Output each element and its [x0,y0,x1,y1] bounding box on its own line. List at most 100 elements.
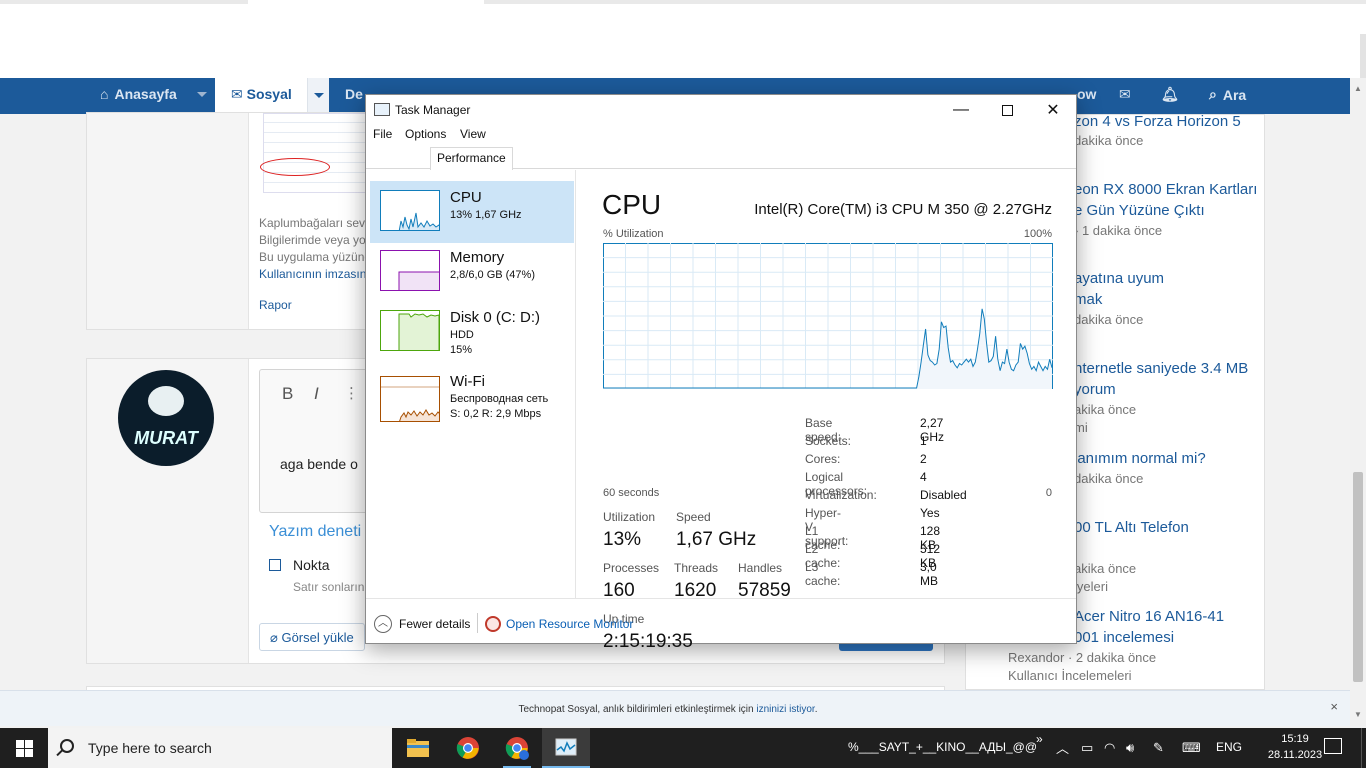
thread-title[interactable]: Acer Nitro 16 AN16-41 001 incelemesi [1074,606,1224,648]
task-manager-taskbar-button[interactable] [542,728,590,768]
close-icon[interactable]: × [1330,699,1338,714]
utilization-value: 13% [603,529,642,550]
nav-search[interactable]: ⌕ Ara [1209,86,1246,103]
pen-icon[interactable]: ✎ [1153,740,1164,756]
spec-value: Disabled [920,488,967,502]
thread-meta: dakika önce [1074,471,1144,486]
chrome-icon [505,737,529,760]
report-link[interactable]: Rapor [259,298,292,312]
thread-title[interactable]: zon 4 vs Forza Horizon 5 [1074,111,1241,132]
menu-options[interactable]: Options [405,127,446,141]
spec-key: Cores: [805,452,841,466]
chevron-down-icon [314,93,324,98]
attached-screenshot[interactable] [260,113,373,193]
menu-file[interactable]: File [373,127,392,141]
maximize-button[interactable] [984,95,1030,125]
nav-social-dropdown[interactable] [307,78,329,114]
graph-time-label: 60 seconds [603,487,660,499]
page-scrollbar[interactable]: ▲ ▼ [1350,78,1366,726]
browser-tab[interactable] [248,0,484,4]
open-resource-monitor-link[interactable]: Open Resource Monitor [506,617,633,631]
thread-title[interactable]: nternetle saniyede 3.4 MB yorum [1074,358,1248,400]
resource-list: CPU 13% 1,67 GHz Memory 2,8/6,0 GB (47%)… [366,170,576,598]
cpu-model-name: Intel(R) Core(TM) i3 CPU M 350 @ 2.27GHz [754,201,1052,218]
utilization-label: Utilization [603,510,656,524]
chevron-up-icon[interactable]: ︿ [374,615,392,633]
task-manager-app-icon [374,103,390,116]
thread-title[interactable]: 00 TL Altı Telefon [1074,517,1189,538]
resource-monitor-icon [485,616,501,632]
menu-view[interactable]: View [460,127,486,141]
menu-bar: File Options View [366,125,1076,145]
thread-title[interactable]: ayatına uyum mak [1074,268,1164,310]
network-status-icon[interactable]: ▭ [1081,740,1093,756]
mail-icon[interactable]: ✉ [1119,86,1131,103]
volume-icon[interactable]: 🔊︎ [1126,740,1134,756]
minimize-button[interactable]: — [938,95,984,125]
more-options-icon[interactable]: ⋮ [344,384,359,402]
close-button[interactable]: ✕ [1030,95,1076,125]
resource-wifi[interactable]: Wi-Fi Беспроводная сеть S: 0,2 R: 2,9 Mb… [370,367,574,429]
taskbar-search-box[interactable]: Type here to search [48,728,392,768]
post-author-column [87,113,249,329]
resource-memory[interactable]: Memory 2,8/6,0 GB (47%) [370,241,574,303]
nav-partial-right[interactable]: ow [1077,86,1096,102]
bell-icon[interactable]: 🔔︎ [1161,86,1179,103]
thread-forum[interactable]: iyeleri [1074,579,1108,594]
chrome-profile-button[interactable] [493,728,541,768]
chrome-icon [456,737,479,759]
task-manager-footer: ︿ Fewer details Open Resource Monitor [366,598,1076,644]
clock[interactable]: 15:19 28.11.2023 [1264,731,1326,763]
cpu-thumbnail [380,190,440,231]
thread-forum[interactable]: Kullanıcı İncelemeleri [1008,668,1132,683]
nav-home[interactable]: ⌂ Anasayfa [100,86,207,102]
language-indicator[interactable]: ENG [1216,740,1242,754]
thread-title[interactable]: lanımım normal mi? [1074,448,1206,469]
thread-title[interactable]: eon RX 8000 Ekran Kartları e Gün Yüzüne Ç… [1074,179,1257,221]
toolbar-expand-icon[interactable]: » [1036,732,1043,746]
clock-date: 28.11.2023 [1267,749,1323,761]
graph-max-label: 100% [1023,228,1052,240]
chat-icon: ✉ [231,86,243,102]
scroll-down-icon[interactable]: ▼ [1354,710,1362,719]
memory-thumbnail-graph [398,271,439,290]
keyboard-icon[interactable]: ⌨ [1182,740,1201,756]
permission-link[interactable]: izninizi istiyor [756,704,814,715]
spec-value: 1 [920,434,927,448]
italic-button[interactable]: I [314,384,319,404]
checkbox[interactable] [269,559,281,571]
tab-performance[interactable]: Performance [430,147,513,170]
show-desktop-button[interactable] [1361,728,1366,768]
memory-thumbnail [380,250,440,291]
title-bar[interactable]: Task Manager — ✕ [366,95,1076,125]
tray-toolbar-text[interactable]: %___SAYT_+__KINO__АДЫ_@@ [848,740,1037,754]
resource-disk[interactable]: Disk 0 (C: D:) HDD 15% [370,301,574,363]
wifi-icon[interactable]: ◠ [1104,740,1115,756]
resource-cpu[interactable]: CPU 13% 1,67 GHz [370,181,574,243]
scroll-up-icon[interactable]: ▲ [1354,84,1362,93]
show-hidden-icons-icon[interactable]: ︿ [1056,738,1069,757]
avatar[interactable]: MURAT [118,370,214,466]
browser-tab-strip [0,0,1366,4]
disk-thumbnail [380,310,440,351]
thread-meta: dakika önce [1074,133,1144,148]
file-explorer-button[interactable] [394,728,442,768]
spec-value: 2 [920,452,927,466]
chrome-button[interactable] [444,728,492,768]
cpu-specs-table: Base speed: 2,27 GHz Sockets: 1 Cores: 2… [366,95,967,588]
task-manager-window: Task Manager — ✕ File Options View Perfo… [365,94,1077,652]
site-header-overlay [0,34,1360,78]
notification-center-icon[interactable] [1324,738,1342,754]
start-button[interactable] [0,728,48,768]
graph-utilization-label: % Utilization [603,228,664,240]
nav-next[interactable]: De [345,86,363,102]
window-title: Task Manager [395,103,471,117]
nav-social[interactable]: ✉ Sosyal [215,78,329,114]
bold-button[interactable]: B [282,384,293,404]
close-icon: ✕ [1046,102,1060,119]
maximize-icon [1001,104,1013,116]
editor-text[interactable]: aga bende o [280,456,358,472]
fewer-details-button[interactable]: Fewer details [399,617,470,631]
upload-image-button[interactable]: ⌀ Görsel yükle [259,623,365,651]
scrollbar-thumb[interactable] [1353,472,1363,682]
